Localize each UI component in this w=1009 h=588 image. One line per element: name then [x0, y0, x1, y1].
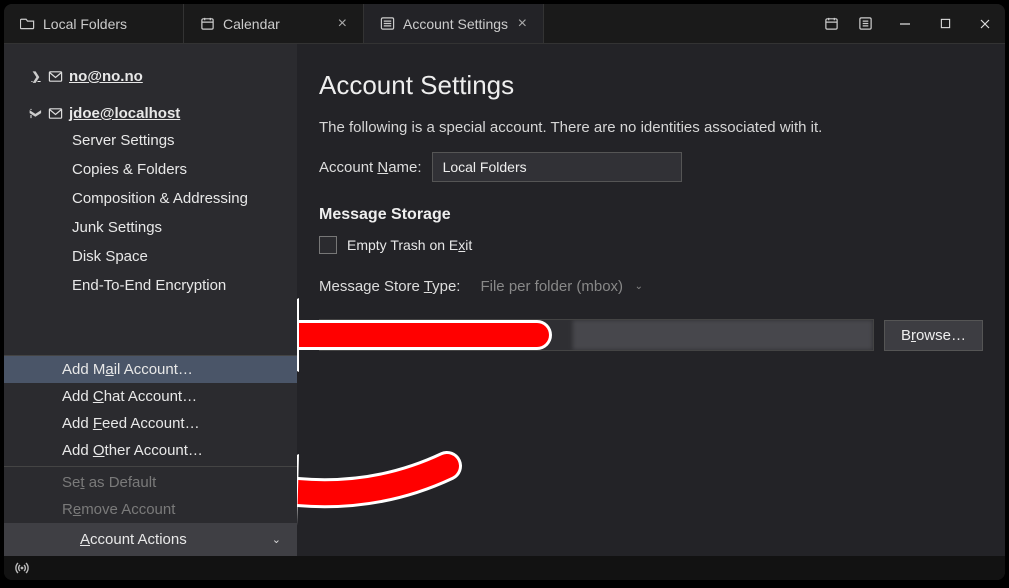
empty-trash-label: Empty Trash on Exit: [347, 237, 472, 253]
account-label: no@no.no: [69, 68, 143, 85]
menu-separator: [4, 466, 297, 467]
window-close[interactable]: [965, 4, 1005, 44]
menu-add-other-account[interactable]: Add Other Account…: [4, 437, 297, 464]
mail-icon: [48, 69, 63, 84]
tab-calendar[interactable]: Calendar ×: [184, 4, 364, 43]
local-directory-input[interactable]: [319, 319, 874, 351]
calendar-icon: [200, 16, 215, 31]
redacted-overlay: [573, 320, 873, 350]
close-icon[interactable]: ×: [518, 15, 527, 33]
store-type-label: Message Store Type:: [319, 278, 460, 295]
browse-button[interactable]: Browse…: [884, 320, 983, 351]
sidebar-item-server-settings[interactable]: Server Settings: [4, 126, 297, 155]
page-description: The following is a special account. Ther…: [319, 119, 983, 136]
account-label: jdoe@localhost: [69, 105, 180, 122]
chevron-down-icon: ⌄: [635, 281, 643, 292]
broadcast-icon: [14, 560, 30, 576]
folder-icon: [20, 16, 35, 31]
menu-add-feed-account[interactable]: Add Feed Account…: [4, 410, 297, 437]
sidebar-item-copies-folders[interactable]: Copies & Folders: [4, 155, 297, 184]
statusbar: [4, 556, 1005, 580]
account-node-no[interactable]: ❯ no@no.no: [4, 64, 297, 89]
sidebar: ❯ no@no.no ❯ jdoe@localhost Server Setti…: [4, 44, 297, 556]
titlebar: Local Folders Calendar × Account Setting…: [4, 4, 1005, 44]
window-minimize[interactable]: [885, 4, 925, 44]
account-actions-button[interactable]: Account Actions ⌄: [4, 523, 297, 556]
message-storage-heading: Message Storage: [319, 206, 983, 224]
tasks-toolbar-icon[interactable]: [851, 4, 879, 44]
close-icon[interactable]: ×: [338, 15, 347, 33]
sidebar-item-composition[interactable]: Composition & Addressing: [4, 184, 297, 213]
annotation-arrow: [297, 444, 487, 534]
settings-list-icon: [380, 16, 395, 31]
mail-icon: [48, 106, 63, 121]
calendar-toolbar-icon[interactable]: [817, 4, 845, 44]
toolbar-icons: [817, 4, 885, 43]
chevron-right-icon[interactable]: ❯: [30, 70, 42, 83]
sidebar-item-junk[interactable]: Junk Settings: [4, 213, 297, 242]
store-type-select[interactable]: File per folder (mbox) ⌄: [470, 272, 651, 301]
context-menu: Add Mail Account… Add Chat Account… Add …: [4, 355, 297, 556]
tab-label: Account Settings: [403, 16, 508, 32]
chevron-down-icon: ⌄: [272, 533, 281, 546]
chevron-down-icon[interactable]: ❯: [30, 108, 43, 120]
account-node-jdoe[interactable]: ❯ jdoe@localhost: [4, 101, 297, 126]
empty-trash-checkbox[interactable]: [319, 236, 337, 254]
menu-add-mail-account[interactable]: Add Mail Account…: [4, 356, 297, 383]
sidebar-item-disk-space[interactable]: Disk Space: [4, 242, 297, 271]
sidebar-item-e2e-encryption[interactable]: End-To-End Encryption: [4, 271, 297, 300]
tab-local-folders[interactable]: Local Folders: [4, 4, 184, 43]
account-name-label: Account Name:: [319, 159, 422, 176]
tab-label: Calendar: [223, 16, 280, 32]
main-pane: Account Settings The following is a spec…: [297, 44, 1005, 556]
menu-set-default: Set as Default: [4, 469, 297, 496]
store-type-value: File per folder (mbox): [480, 278, 623, 295]
menu-add-chat-account[interactable]: Add Chat Account…: [4, 383, 297, 410]
menu-remove-account: Remove Account: [4, 496, 297, 523]
page-title: Account Settings: [319, 70, 983, 101]
tab-label: Local Folders: [43, 16, 127, 32]
account-name-input[interactable]: [432, 152, 682, 182]
window-maximize[interactable]: [925, 4, 965, 44]
tab-account-settings[interactable]: Account Settings ×: [364, 4, 544, 43]
